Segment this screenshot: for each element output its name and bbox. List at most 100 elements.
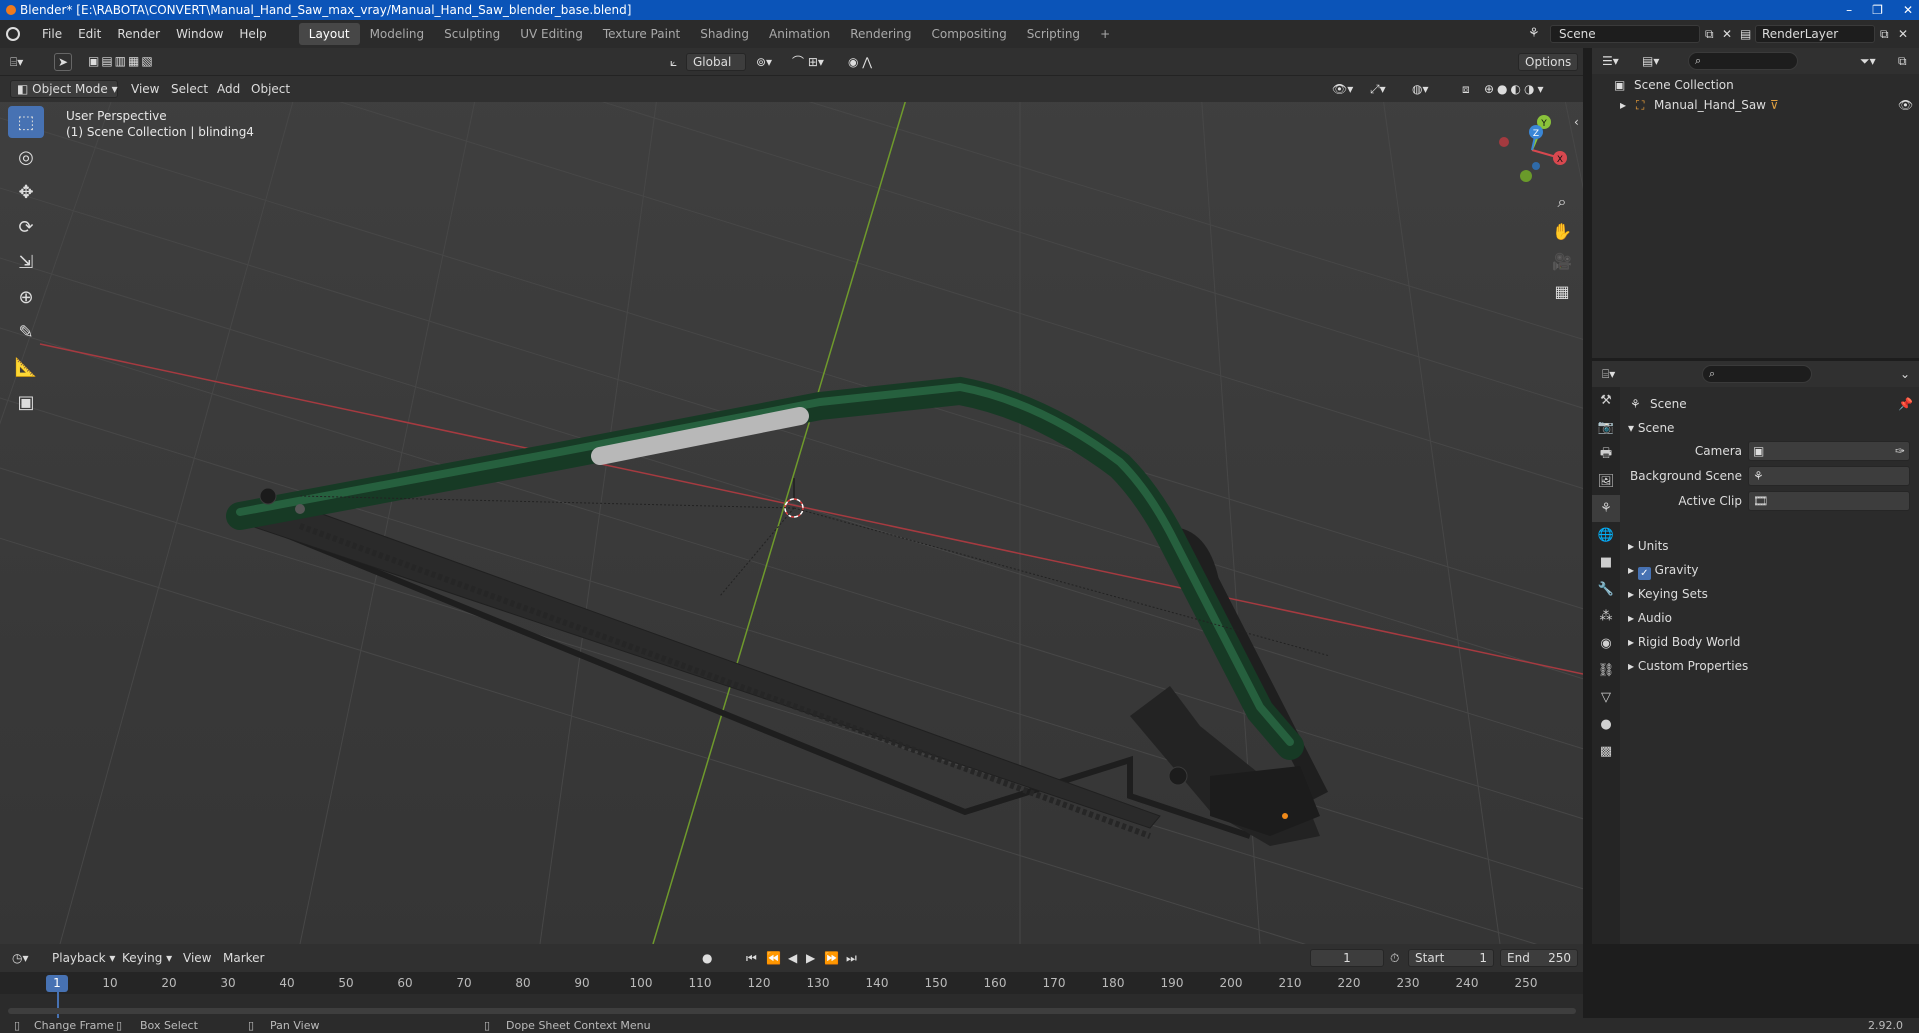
physics-tab-icon[interactable]: ◉	[1592, 630, 1620, 657]
outliner-root-row[interactable]: ▣ Scene Collection	[1592, 74, 1919, 94]
menu-add[interactable]: Add	[217, 81, 240, 97]
outliner-search-input[interactable]: ⌕	[1688, 52, 1798, 70]
timeline-ruler[interactable]: 1 10 20 30 40 50 60 70 80 90 100 110 120 130 140 150 160…	[0, 972, 1583, 1032]
rigid-body-world-panel-header[interactable]: ▸ Rigid Body World	[1628, 633, 1740, 651]
scene-icon[interactable]: ⚘	[1528, 26, 1540, 42]
list-item[interactable]: ▸ ⛶ Manual_Hand_Saw ⊽ 👁	[1592, 94, 1919, 114]
render-tab-icon[interactable]: 📷	[1592, 414, 1620, 441]
transform-tool-icon[interactable]: ⊕	[8, 281, 44, 313]
tab-texture-paint[interactable]: Texture Paint	[593, 23, 690, 45]
jump-start-icon[interactable]: ⏮	[746, 950, 757, 966]
transform-orientation-dropdown[interactable]: Global	[686, 53, 746, 71]
add-workspace-button[interactable]: +	[1090, 23, 1120, 45]
menu-edit[interactable]: Edit	[70, 27, 109, 41]
eyedropper-icon[interactable]: ✑	[1895, 443, 1905, 459]
tab-sculpting[interactable]: Sculpting	[434, 23, 510, 45]
mode-selector[interactable]: ◧ Object Mode ▾	[10, 80, 118, 98]
modifier-tab-icon[interactable]: 🔧	[1592, 576, 1620, 603]
delete-view-layer-icon[interactable]: ✕	[1898, 26, 1908, 42]
menu-keying[interactable]: Keying ▾	[122, 950, 172, 966]
view-layer-icon[interactable]: ▤	[1740, 26, 1751, 42]
add-cube-tool-icon[interactable]: ▣	[8, 386, 44, 418]
expand-arrow-icon[interactable]: ▸	[1620, 97, 1626, 113]
prev-keyframe-icon[interactable]: ⏪	[766, 950, 781, 966]
particles-tab-icon[interactable]: ⁂	[1592, 603, 1620, 630]
scene-collection-item[interactable]: Scene Collection	[1634, 77, 1734, 93]
pin-icon[interactable]: 📌	[1898, 395, 1913, 413]
3d-viewport[interactable]: User Perspective (1) Scene Collection | …	[0, 76, 1583, 944]
eye-visibility-icon[interactable]: 👁	[1898, 97, 1913, 113]
xray-icon[interactable]: ⧈	[1462, 81, 1470, 97]
audio-panel-header[interactable]: ▸ Audio	[1628, 609, 1672, 627]
tab-modeling[interactable]: Modeling	[360, 23, 435, 45]
menu-object[interactable]: Object	[251, 81, 290, 97]
close-button[interactable]: ✕	[1903, 0, 1913, 20]
play-icon[interactable]: ▶	[806, 950, 815, 966]
menu-view[interactable]: View	[131, 81, 159, 97]
menu-marker[interactable]: Marker	[223, 950, 264, 966]
properties-search-input[interactable]: ⌕	[1702, 365, 1812, 383]
outliner-editor-icon[interactable]: ☰▾	[1602, 53, 1619, 69]
menu-window[interactable]: Window	[168, 27, 231, 41]
menu-playback[interactable]: Playback ▾	[52, 950, 115, 966]
menu-select[interactable]: Select	[171, 81, 208, 97]
tab-compositing[interactable]: Compositing	[921, 23, 1016, 45]
timeline-editor-icon[interactable]: ◷▾	[12, 950, 29, 966]
preview-range-icon[interactable]: ⏱	[1390, 950, 1399, 966]
visibility-icon[interactable]: 👁▾	[1332, 81, 1353, 97]
scene-panel-header[interactable]: ▾ Scene	[1628, 419, 1674, 437]
tab-layout[interactable]: Layout	[298, 23, 360, 45]
properties-options-icon[interactable]: ⌄	[1900, 366, 1910, 382]
tab-uv-editing[interactable]: UV Editing	[510, 23, 593, 45]
menu-render[interactable]: Render	[109, 27, 168, 41]
annotate-tool-icon[interactable]: ✎	[8, 316, 44, 348]
data-tab-icon[interactable]: ▽	[1592, 684, 1620, 711]
world-tab-icon[interactable]: 🌐	[1592, 522, 1620, 549]
tab-scripting[interactable]: Scripting	[1017, 23, 1090, 45]
active-clip-field[interactable]: 🎞	[1748, 491, 1910, 511]
new-view-layer-icon[interactable]: ⧉	[1880, 26, 1889, 42]
sidebar-toggle-icon[interactable]: ‹	[1574, 114, 1579, 130]
shading-mode-icons[interactable]: ⊕●◐◑▾	[1484, 81, 1547, 97]
keying-sets-panel-header[interactable]: ▸ Keying Sets	[1628, 585, 1708, 603]
tab-rendering[interactable]: Rendering	[840, 23, 921, 45]
overlays-icon[interactable]: ◍▾	[1412, 81, 1429, 97]
end-frame-field[interactable]: End 250	[1500, 949, 1578, 967]
tab-shading[interactable]: Shading	[690, 23, 759, 45]
maximize-button[interactable]: ❐	[1872, 0, 1883, 20]
blender-logo-icon[interactable]	[6, 27, 20, 41]
select-mode-icon[interactable]: ➤	[54, 53, 72, 71]
play-reverse-icon[interactable]: ◀	[788, 950, 797, 966]
new-collection-icon[interactable]: ⧉	[1898, 53, 1907, 69]
timeline-scrollbar[interactable]	[8, 1008, 1576, 1014]
object-tab-icon[interactable]: ■	[1592, 549, 1620, 576]
texture-tab-icon[interactable]: ▩	[1592, 738, 1620, 765]
new-scene-icon[interactable]: ⧉	[1705, 26, 1714, 42]
next-keyframe-icon[interactable]: ⏩	[824, 950, 839, 966]
minimize-button[interactable]: –	[1846, 0, 1852, 20]
scene-selector[interactable]: Scene	[1550, 25, 1700, 43]
constraints-tab-icon[interactable]: ⛓	[1592, 657, 1620, 684]
measure-tool-icon[interactable]: 📐	[8, 351, 44, 383]
units-panel-header[interactable]: ▸ Units	[1628, 537, 1669, 555]
display-mode-icon[interactable]: ▤▾	[1642, 53, 1659, 69]
custom-properties-panel-header[interactable]: ▸ Custom Properties	[1628, 657, 1748, 675]
selection-mode-icons[interactable]: ▣▤▥▦▧	[88, 53, 155, 69]
select-box-tool-icon[interactable]: ⬚	[8, 106, 44, 138]
properties-editor-icon[interactable]: ⌸▾	[1602, 366, 1615, 382]
background-scene-field[interactable]: ⚘	[1748, 466, 1910, 486]
material-tab-icon[interactable]: ●	[1592, 711, 1620, 738]
cursor-tool-icon[interactable]: ◎	[8, 141, 44, 173]
tab-animation[interactable]: Animation	[759, 23, 840, 45]
outliner-item-manual-hand-saw[interactable]: Manual_Hand_Saw	[1654, 97, 1766, 113]
delete-scene-icon[interactable]: ✕	[1722, 26, 1732, 42]
zoom-icon[interactable]: ⌕	[1548, 190, 1576, 214]
options-dropdown[interactable]: Options	[1518, 53, 1578, 71]
proportional-edit-icon[interactable]: ◉ ⋀	[848, 54, 872, 70]
move-tool-icon[interactable]: ✥	[8, 176, 44, 208]
scale-tool-icon[interactable]: ⇲	[8, 246, 44, 278]
ortho-grid-icon[interactable]: ▦	[1548, 280, 1576, 304]
render-layer-selector[interactable]: RenderLayer	[1755, 25, 1875, 43]
menu-timeline-view[interactable]: View	[183, 950, 211, 966]
menu-help[interactable]: Help	[231, 27, 274, 41]
